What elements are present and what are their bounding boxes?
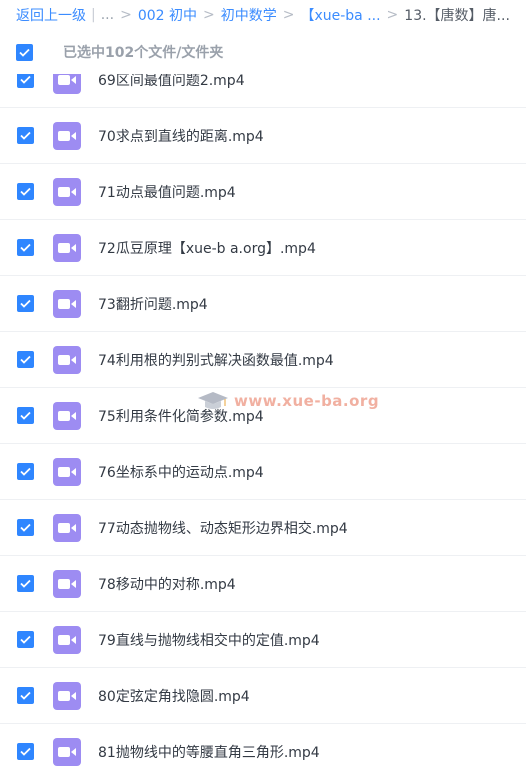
file-name[interactable]: 74利用根的判别式解决函数最值.mp4 xyxy=(98,350,334,370)
file-checkbox[interactable] xyxy=(17,743,34,760)
check-icon xyxy=(20,411,31,420)
file-name[interactable]: 72瓜豆原理【xue-b a.org】.mp4 xyxy=(98,238,316,258)
video-file-icon xyxy=(53,737,81,766)
file-checkbox[interactable] xyxy=(17,127,34,144)
check-icon xyxy=(20,691,31,700)
file-row[interactable]: 74利用根的判别式解决函数最值.mp4 xyxy=(0,332,526,388)
breadcrumb-item-math[interactable]: 初中数学 xyxy=(221,5,277,25)
file-row[interactable]: 79直线与抛物线相交中的定值.mp4 xyxy=(0,612,526,668)
file-row[interactable]: 73翻折问题.mp4 xyxy=(0,276,526,332)
breadcrumb-separator: > xyxy=(386,7,399,23)
check-icon xyxy=(20,299,31,308)
file-row[interactable]: 80定弦定角找隐圆.mp4 xyxy=(0,668,526,724)
check-icon xyxy=(20,467,31,476)
video-file-icon xyxy=(53,625,81,654)
file-checkbox[interactable] xyxy=(17,631,34,648)
check-icon xyxy=(20,579,31,588)
selection-bar: 已选中102个文件/文件夹 xyxy=(0,30,526,74)
selection-count: 已选中102个文件/文件夹 xyxy=(63,45,224,61)
file-checkbox[interactable] xyxy=(17,407,34,424)
breadcrumb-item-junior-high[interactable]: 002 初中 xyxy=(138,5,197,25)
check-icon xyxy=(20,523,31,532)
file-name[interactable]: 77动态抛物线、动态矩形边界相交.mp4 xyxy=(98,518,348,538)
video-file-icon xyxy=(53,681,81,710)
file-row[interactable]: 77动态抛物线、动态矩形边界相交.mp4 xyxy=(0,500,526,556)
file-name[interactable]: 75利用条件化简参数.mp4 xyxy=(98,406,264,426)
file-name[interactable]: 78移动中的对称.mp4 xyxy=(98,574,236,594)
video-file-icon xyxy=(53,569,81,598)
check-icon xyxy=(20,75,31,84)
file-name[interactable]: 71动点最值问题.mp4 xyxy=(98,182,236,202)
file-name[interactable]: 70求点到直线的距离.mp4 xyxy=(98,126,264,146)
check-icon xyxy=(20,131,31,140)
check-icon xyxy=(20,243,31,252)
back-link[interactable]: 返回上一级 xyxy=(16,5,86,25)
file-checkbox[interactable] xyxy=(17,183,34,200)
breadcrumb-separator: > xyxy=(120,7,132,23)
file-row[interactable]: 75利用条件化简参数.mp4 xyxy=(0,388,526,444)
file-row[interactable]: 76坐标系中的运动点.mp4 xyxy=(0,444,526,500)
file-checkbox[interactable] xyxy=(17,239,34,256)
select-all-checkbox[interactable] xyxy=(16,43,33,61)
file-checkbox[interactable] xyxy=(17,575,34,592)
file-name[interactable]: 73翻折问题.mp4 xyxy=(98,294,208,314)
file-browser: 返回上一级 | ... > 002 初中 > 初中数学 > 【xue-ba ..… xyxy=(0,0,526,767)
file-checkbox[interactable] xyxy=(17,351,34,368)
file-checkbox[interactable] xyxy=(17,519,34,536)
video-file-icon xyxy=(53,121,81,150)
file-name[interactable]: 79直线与抛物线相交中的定值.mp4 xyxy=(98,630,320,650)
breadcrumb-separator: > xyxy=(202,7,215,23)
breadcrumb: 返回上一级 | ... > 002 初中 > 初中数学 > 【xue-ba ..… xyxy=(0,0,526,30)
file-checkbox[interactable] xyxy=(17,295,34,312)
check-icon xyxy=(20,355,31,364)
video-file-icon xyxy=(53,513,81,542)
video-file-icon xyxy=(53,457,81,486)
file-name[interactable]: 80定弦定角找隐圆.mp4 xyxy=(98,686,250,706)
file-row[interactable]: 72瓜豆原理【xue-b a.org】.mp4 xyxy=(0,220,526,276)
video-file-icon xyxy=(53,289,81,318)
file-row[interactable]: 71动点最值问题.mp4 xyxy=(0,164,526,220)
breadcrumb-ellipsis[interactable]: ... xyxy=(101,7,114,23)
file-row[interactable]: 70求点到直线的距离.mp4 xyxy=(0,108,526,164)
file-list: 69区间最值问题2.mp4 70求点到直线的距离.mp4 71动点最值问题.mp… xyxy=(0,52,526,767)
file-row[interactable]: 81抛物线中的等腰直角三角形.mp4 xyxy=(0,724,526,767)
check-icon xyxy=(20,635,31,644)
video-file-icon xyxy=(53,233,81,262)
video-file-icon xyxy=(53,401,81,430)
check-icon xyxy=(20,187,31,196)
file-checkbox[interactable] xyxy=(17,463,34,480)
file-name[interactable]: 76坐标系中的运动点.mp4 xyxy=(98,462,264,482)
video-file-icon xyxy=(53,345,81,374)
check-icon xyxy=(19,48,30,57)
breadcrumb-current: 13.【唐数】唐... xyxy=(404,8,510,24)
video-file-icon xyxy=(53,177,81,206)
file-row[interactable]: 78移动中的对称.mp4 xyxy=(0,556,526,612)
breadcrumb-separator: > xyxy=(282,7,295,23)
file-checkbox[interactable] xyxy=(17,687,34,704)
check-icon xyxy=(20,747,31,756)
breadcrumb-item-xueba[interactable]: 【xue-ba ... xyxy=(300,5,380,25)
breadcrumb-divider: | xyxy=(91,7,96,23)
file-name[interactable]: 81抛物线中的等腰直角三角形.mp4 xyxy=(98,742,320,762)
